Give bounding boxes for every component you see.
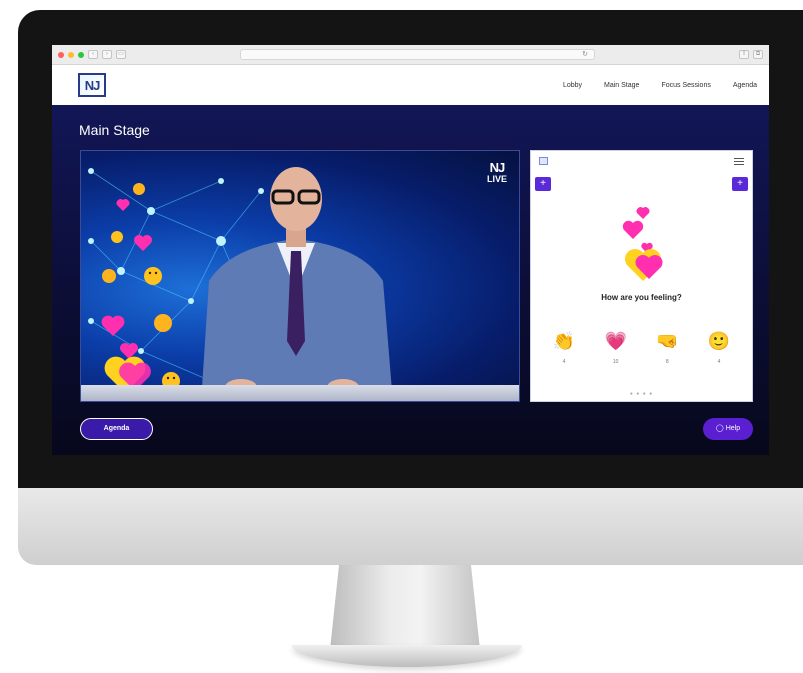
smiley-icon: 🙂 [707, 331, 731, 351]
pagination-dots[interactable]: ● ● ● ● [531, 391, 752, 397]
network-background-graphic [88, 167, 393, 401]
reaction-heart[interactable]: 💗 10 [601, 331, 631, 365]
browser-toolbar: ‹ › ▭ ↻ ⇧ ⧉ [52, 45, 769, 65]
help-button[interactable]: ◯ Help [703, 418, 753, 440]
reaction-clap[interactable]: 👏 4 [549, 331, 579, 365]
monitor-stand [330, 565, 480, 650]
live-badge-logo: NJ [489, 160, 506, 175]
address-bar[interactable]: ↻ [240, 49, 595, 60]
share-icon[interactable]: ⇧ [739, 50, 749, 59]
help-button-label: Help [725, 425, 741, 432]
reaction-count: 10 [612, 359, 619, 365]
minimize-window-button[interactable] [68, 51, 74, 58]
back-button[interactable]: ‹ [88, 50, 98, 59]
zoom-window-button[interactable] [78, 51, 84, 58]
page-title: Main Stage [79, 122, 150, 138]
agenda-button[interactable]: Agenda [80, 418, 153, 440]
hearts-illustration [622, 207, 663, 281]
hamburger-menu-icon[interactable] [734, 157, 744, 165]
floating-reactions [101, 183, 180, 393]
close-window-button[interactable] [58, 51, 64, 58]
reaction-fist-bump[interactable]: 🤜 8 [652, 331, 682, 365]
nav-agenda[interactable]: Agenda [733, 82, 757, 89]
image-icon [539, 157, 548, 165]
nav-lobby[interactable]: Lobby [563, 82, 582, 89]
presenter [201, 167, 393, 401]
reaction-count: 4 [562, 359, 566, 365]
live-video-player[interactable]: NJ LIVE [80, 150, 520, 402]
fist-bump-icon: 🤜 [656, 331, 679, 351]
main-nav: Lobby Main Stage Focus Sessions Agenda [563, 82, 757, 89]
live-badge: NJ LIVE [487, 161, 507, 184]
panel-header [531, 151, 752, 171]
reload-icon[interactable]: ↻ [582, 51, 588, 58]
reaction-count: 4 [717, 359, 721, 365]
nav-main-stage[interactable]: Main Stage [604, 82, 639, 89]
nav-focus-sessions[interactable]: Focus Sessions [661, 82, 710, 89]
reactions-panel: + + How are you feeling? 👏 4 💗 10 🤜 8 🙂 … [530, 150, 753, 402]
site-header: NJ Lobby Main Stage Focus Sessions Agend… [52, 65, 769, 105]
monitor-screen: ‹ › ▭ ↻ ⇧ ⧉ NJ Lobby Main Stage Focus Se… [52, 45, 769, 455]
nj-logo[interactable]: NJ [78, 73, 106, 97]
reaction-count: 8 [665, 359, 669, 365]
live-badge-text: LIVE [486, 174, 507, 184]
forward-button[interactable]: › [102, 50, 112, 59]
heart-icon: 💗 [604, 331, 627, 351]
add-left-button[interactable]: + [535, 177, 551, 191]
tabs-icon[interactable]: ⧉ [753, 50, 763, 59]
main-stage-section: Main Stage NJ LIVE + + How are you feeli… [52, 105, 769, 455]
reaction-smiley[interactable]: 🙂 4 [704, 331, 734, 365]
add-right-button[interactable]: + [732, 177, 748, 191]
monitor-chin [18, 488, 803, 565]
reaction-options: 👏 4 💗 10 🤜 8 🙂 4 [549, 331, 734, 365]
poll-question: How are you feeling? [601, 293, 682, 302]
sidebar-toggle-icon[interactable]: ▭ [116, 50, 126, 59]
monitor-stand-base [292, 645, 522, 667]
chat-bubble-icon: ◯ [715, 425, 724, 432]
clapping-hands-icon: 👏 [552, 331, 576, 351]
news-desk [81, 385, 519, 401]
